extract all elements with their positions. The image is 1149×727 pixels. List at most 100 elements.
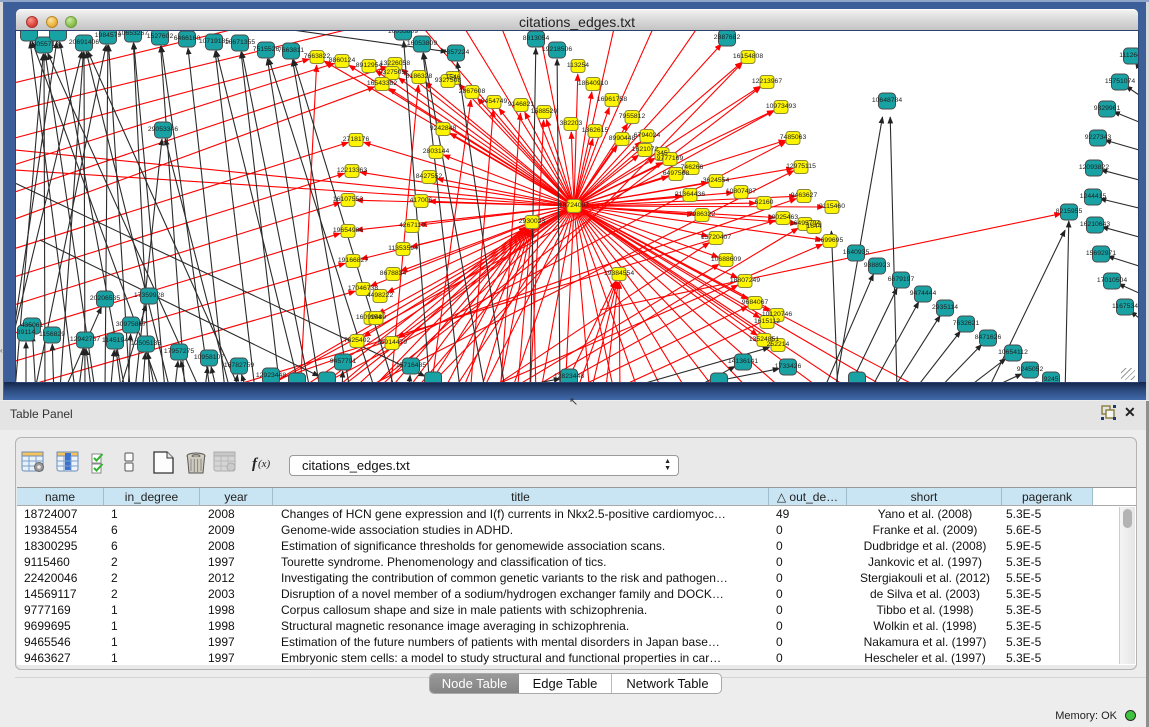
svg-text:15716485: 15716485: [396, 362, 426, 369]
svg-text:14136141: 14136141: [728, 358, 758, 365]
svg-text:7663811: 7663811: [278, 47, 304, 54]
svg-text:18724007: 18724007: [559, 202, 589, 209]
svg-text:10120746: 10120746: [762, 311, 792, 318]
svg-text:8186328: 8186328: [406, 73, 433, 80]
svg-text:16154808: 16154808: [733, 53, 763, 60]
svg-text:20206535: 20206535: [90, 295, 120, 302]
svg-text:113254: 113254: [567, 62, 589, 69]
svg-text:4267110: 4267110: [399, 222, 425, 229]
svg-text:12975115: 12975115: [786, 163, 816, 170]
svg-text:16782759: 16782759: [224, 362, 254, 369]
svg-text:(x): (x): [258, 458, 271, 470]
svg-text:9699695: 9699695: [817, 237, 844, 244]
svg-text:2887682: 2887682: [714, 34, 741, 41]
svg-text:435061: 435061: [21, 322, 44, 329]
svg-text:17957275: 17957275: [164, 348, 194, 355]
svg-text:7955812: 7955812: [619, 113, 646, 120]
svg-text:9146821: 9146821: [508, 101, 535, 108]
svg-text:154: 154: [370, 314, 382, 321]
svg-text:1362615: 1362615: [582, 127, 609, 134]
svg-text:13226058: 13226058: [380, 60, 410, 67]
svg-text:11353594: 11353594: [388, 245, 418, 252]
svg-text:1145194: 1145194: [102, 337, 128, 344]
svg-text:1527602: 1527602: [147, 33, 174, 40]
svg-text:8990448: 8990448: [609, 135, 636, 142]
svg-text:14055713: 14055713: [29, 41, 59, 48]
svg-text:7515526: 7515526: [253, 46, 280, 53]
svg-text:3624554: 3624554: [703, 177, 730, 184]
svg-text:18640910: 18640910: [578, 80, 608, 87]
svg-text:8427552: 8427552: [416, 173, 443, 180]
svg-text:1733426: 1733426: [775, 363, 802, 370]
svg-text:8860124: 8860124: [329, 57, 356, 64]
svg-text:8678834: 8678834: [380, 270, 407, 277]
svg-text:6679197: 6679197: [888, 276, 915, 283]
svg-text:6794024: 6794024: [634, 132, 661, 139]
svg-text:2718176: 2718176: [343, 136, 370, 143]
svg-text:9245: 9245: [1043, 376, 1058, 382]
svg-text:10648784: 10648784: [872, 97, 902, 104]
svg-text:7357224: 7357224: [443, 49, 470, 56]
svg-text:1644: 1644: [806, 223, 821, 230]
svg-text:15751074: 15751074: [1105, 78, 1135, 85]
svg-text:2930023: 2930023: [519, 218, 546, 225]
svg-text:1167534: 1167534: [1112, 303, 1138, 310]
svg-text:19166827: 19166827: [338, 257, 368, 264]
svg-text:62160: 62160: [755, 199, 774, 206]
svg-text:8215955: 8215955: [1056, 208, 1083, 215]
svg-text:1244415: 1244415: [1080, 193, 1107, 200]
svg-text:12942757: 12942757: [70, 336, 100, 343]
svg-text:17359928: 17359928: [134, 292, 164, 299]
svg-text:9777169: 9777169: [657, 155, 684, 162]
svg-text:15692971: 15692971: [1086, 250, 1116, 257]
svg-text:16107553: 16107553: [333, 196, 363, 203]
svg-text:9474444: 9474444: [910, 290, 937, 297]
svg-text:30975867: 30975867: [116, 321, 146, 328]
svg-text:17046738: 17046738: [348, 285, 378, 292]
svg-text:12505135: 12505135: [131, 340, 161, 347]
svg-text:8912954: 8912954: [356, 62, 383, 69]
svg-text:10973493: 10973493: [766, 103, 796, 110]
svg-text:417006: 417006: [410, 197, 433, 204]
svg-text:19384554: 19384554: [604, 270, 634, 277]
svg-text:8471626: 8471626: [975, 334, 1002, 341]
svg-text:7485063: 7485063: [780, 134, 807, 141]
svg-text:29053346: 29053346: [148, 126, 178, 133]
svg-text:39114: 39114: [17, 329, 36, 336]
svg-text:19654984: 19654984: [333, 227, 363, 234]
svg-text:18807249: 18807249: [730, 277, 760, 284]
svg-text:7986322: 7986322: [689, 211, 716, 218]
svg-text:15720407: 15720407: [701, 234, 731, 241]
svg-text:9329961: 9329961: [1094, 105, 1121, 112]
svg-text:9245052: 9245052: [1017, 366, 1044, 373]
svg-text:17010504: 17010504: [1097, 277, 1127, 284]
svg-text:12213967: 12213967: [752, 78, 782, 85]
svg-text:10958107: 10958107: [194, 354, 224, 361]
svg-text:1615112: 1615112: [754, 318, 780, 325]
svg-text:12823448: 12823448: [554, 373, 584, 380]
svg-text:252214: 252214: [767, 341, 790, 348]
svg-text:19218506: 19218506: [542, 46, 572, 53]
svg-text:12093822: 12093822: [1079, 164, 1109, 171]
svg-text:1640935: 1640935: [843, 249, 870, 256]
svg-text:9684067: 9684067: [742, 299, 769, 306]
svg-text:16671355: 16671355: [225, 39, 255, 46]
svg-text:2803144: 2803144: [423, 148, 450, 155]
svg-text:21364436: 21364436: [675, 191, 705, 198]
svg-text:10807487: 10807487: [726, 188, 756, 195]
svg-text:4498222: 4498222: [367, 292, 394, 299]
svg-text:16210643: 16210643: [1080, 221, 1110, 228]
svg-text:16053809: 16053809: [407, 40, 437, 47]
svg-text:8813054: 8813054: [523, 35, 550, 42]
svg-text:1588520: 1588520: [531, 108, 558, 115]
svg-text:20691406: 20691406: [69, 39, 99, 46]
svg-text:7632621: 7632621: [953, 320, 980, 327]
svg-text:9327508: 9327508: [435, 77, 462, 84]
svg-text:16961758: 16961758: [597, 96, 627, 103]
svg-text:9242848: 9242848: [430, 125, 457, 132]
svg-text:10653267: 10653267: [118, 31, 148, 37]
svg-text:16543382: 16543382: [367, 80, 397, 87]
svg-text:1621072: 1621072: [632, 146, 659, 153]
svg-text:382203: 382203: [560, 120, 583, 127]
svg-text:12923448: 12923448: [256, 372, 286, 379]
